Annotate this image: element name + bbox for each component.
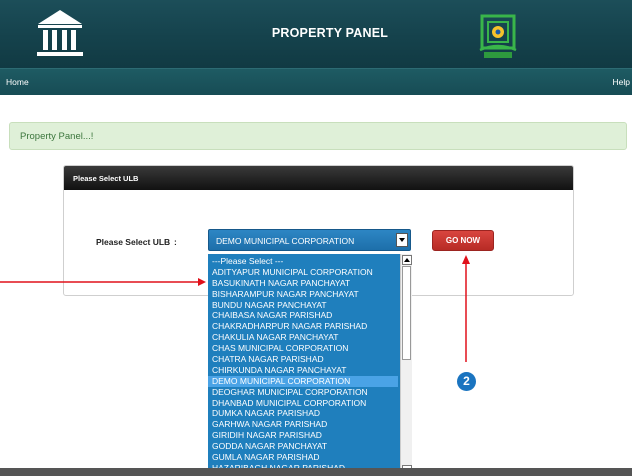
ulb-field-label: Please Select ULB [96, 237, 171, 247]
dropdown-option[interactable]: CHIRKUNDA NAGAR PANCHAYAT [208, 365, 398, 376]
government-building-icon [37, 10, 83, 56]
state-emblem-icon [479, 14, 517, 58]
dropdown-option[interactable]: CHAKRADHARPUR NAGAR PARISHAD [208, 321, 398, 332]
dropdown-option[interactable]: BISHARAMPUR NAGAR PANCHAYAT [208, 289, 398, 300]
dropdown-option[interactable]: GARHWA NAGAR PARISHAD [208, 419, 398, 430]
dropdown-option[interactable]: GUMLA NAGAR PARISHAD [208, 452, 398, 463]
dropdown-options: ---Please Select --- ADITYAPUR MUNICIPAL … [208, 254, 398, 474]
ulb-select[interactable]: DEMO MUNICIPAL CORPORATION [208, 229, 411, 251]
nav-home-link[interactable]: Home [6, 77, 29, 87]
go-now-button[interactable]: GO NOW [432, 230, 494, 251]
alert-text: Property Panel...! [20, 131, 94, 142]
dropdown-option[interactable]: CHAKULIA NAGAR PANCHAYAT [208, 332, 398, 343]
panel-heading: Please Select ULB [64, 166, 573, 190]
dropdown-option[interactable]: BASUKINATH NAGAR PANCHAYAT [208, 278, 398, 289]
ulb-select-value: DEMO MUNICIPAL CORPORATION [216, 236, 355, 246]
scroll-up-arrow-icon[interactable] [402, 255, 412, 265]
dropdown-option[interactable]: DEMO MUNICIPAL CORPORATION [208, 375, 398, 387]
scrollbar-thumb[interactable] [402, 266, 411, 360]
dropdown-option[interactable]: DHANBAD MUNICIPAL CORPORATION [208, 398, 398, 409]
panel-heading-text: Please Select ULB [73, 174, 139, 183]
app-header: PROPERTY PANEL [0, 0, 632, 68]
step-number-badge: 2 [457, 372, 476, 391]
dropdown-option[interactable]: CHAS MUNICIPAL CORPORATION [208, 343, 398, 354]
top-navbar: Home Help [0, 68, 632, 95]
dropdown-option[interactable]: GODDA NAGAR PANCHAYAT [208, 441, 398, 452]
dropdown-scrollbar[interactable] [400, 254, 412, 476]
success-alert: Property Panel...! [9, 122, 627, 150]
ulb-dropdown-list[interactable]: ---Please Select --- ADITYAPUR MUNICIPAL … [208, 254, 412, 476]
field-colon: : [174, 237, 177, 247]
footer-bar [0, 468, 632, 476]
nav-help-link[interactable]: Help [613, 77, 630, 87]
dropdown-option[interactable]: DEOGHAR MUNICIPAL CORPORATION [208, 387, 398, 398]
dropdown-option[interactable]: CHAIBASA NAGAR PARISHAD [208, 310, 398, 321]
dropdown-option[interactable]: CHATRA NAGAR PARISHAD [208, 354, 398, 365]
app-title: PROPERTY PANEL [271, 26, 389, 40]
chevron-down-icon[interactable] [396, 233, 408, 247]
dropdown-option[interactable]: ---Please Select --- [208, 256, 398, 267]
dropdown-option[interactable]: GIRIDIH NAGAR PARISHAD [208, 430, 398, 441]
dropdown-option[interactable]: ADITYAPUR MUNICIPAL CORPORATION [208, 267, 398, 278]
dropdown-option[interactable]: DUMKA NAGAR PARISHAD [208, 408, 398, 419]
dropdown-option[interactable]: BUNDU NAGAR PANCHAYAT [208, 300, 398, 311]
